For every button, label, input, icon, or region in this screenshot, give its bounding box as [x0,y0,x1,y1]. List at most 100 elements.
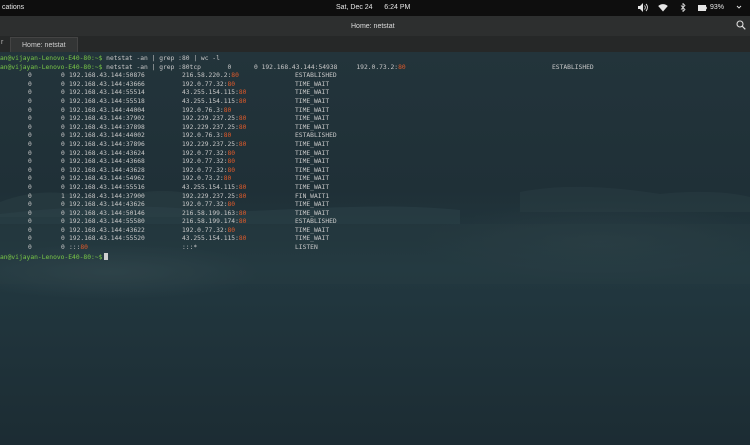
command-text: netstat -an | grep :80 | wc -l [102,55,220,62]
terminal-area[interactable]: an@vijayan-Lenovo-E40-80:~$ netstat -an … [0,52,750,445]
recv-q: 0 [28,149,32,157]
port-highlight: 80 [223,106,232,114]
recv-q: 0 [28,80,32,88]
terminal-output: an@vijayan-Lenovo-E40-80:~$ netstat -an … [0,55,750,261]
local-address: 192.168.43.144:43666 [69,80,145,88]
local-address: 192.168.43.144:55516 [69,183,145,191]
connection-state: TIME_WAIT [295,235,330,243]
local-address: 192.168.43.144:55520 [69,235,145,243]
local-address: :::80 [69,244,88,253]
connection-state: TIME_WAIT [295,140,330,148]
port-highlight: 80 [238,115,247,123]
foreign-address: 216.58.199.163:80 [182,210,246,219]
local-address: 192.168.43.144:54962 [69,175,145,183]
table-row: 0 0 192.168.43.144:43626 192.0.77.32:80 TIME… [0,201,750,210]
clock[interactable]: Sat, Dec 24 6:24 PM [336,4,410,11]
port-highlight: 80 [238,97,247,105]
port-highlight: 80 [227,158,236,166]
send-q: 1 [61,192,65,200]
tab-netstat[interactable]: Home: netstat [10,37,78,53]
activities-button[interactable]: cations [2,4,24,11]
connection-state: ESTABLISHED [295,132,337,140]
table-row: 0 0 192.168.43.144:50146 216.58.199.163:80 T… [0,210,750,219]
window-title: Home: netstat [351,23,395,30]
foreign-host: 192.0.76.3: [182,106,224,114]
recv-q: 0 [28,140,32,148]
connection-state: TIME_WAIT [295,183,330,191]
send-q: 0 [61,183,65,191]
local-address: 192.168.43.144:55518 [69,97,145,105]
local-address: 192.168.43.144:43626 [69,201,145,209]
window-titlebar[interactable]: Home: netstat [0,16,750,36]
local-address: 192.168.43.144:37900 [69,192,145,200]
connection-state: TIME_WAIT [295,201,330,209]
table-row: 0 0 192.168.43.144:44004 192.0.76.3:80 TIME_… [0,107,750,116]
foreign-host: 192.229.237.25: [182,123,239,131]
table-row: 0 0:::80:::* LISTEN [0,244,750,253]
connection-state: TIME_WAIT [295,226,330,234]
table-row: 0 0 192.168.43.144:43624 192.0.77.32:80 TIME… [0,150,750,159]
connection-state: TIME_WAIT [295,115,330,123]
recv-q: 0 [28,166,32,174]
wifi-icon[interactable] [658,3,668,12]
foreign-address: 192.229.237.25:80 [182,193,246,202]
clock-day: Sat, Dec 24 [336,4,373,11]
foreign-address: 192.0.76.3:80 [182,132,231,141]
connection-state: TIME_WAIT [295,97,330,105]
foreign-address: 43.255.154.115:80 [182,98,246,107]
send-q: 0 [61,244,65,252]
command-line: an@vijayan-Lenovo-E40-80:~$ netstat -an … [0,55,750,64]
system-tray[interactable]: 93% [637,3,744,12]
recv-q: 0 [28,175,32,183]
foreign-address: 192.229.237.25:80 [182,124,246,133]
port-highlight: 80 [238,89,247,97]
recv-q: 0 [28,183,32,191]
command-line: an@vijayan-Lenovo-E40-80:~$ [0,252,750,262]
table-row: 0 0 192.168.43.144:37898 192.229.237.25:80 T… [0,124,750,133]
foreign-host: 192.229.237.25: [182,115,239,123]
port-highlight: 80 [398,63,406,71]
connection-state: FIN_WAIT1 [295,192,330,200]
port-highlight: 80 [227,149,236,157]
table-row: 0 0 192.168.43.144:55580 216.58.199.174:80 E… [0,218,750,227]
table-row: 0 0 192.168.43.144:37902 192.229.237.25:80 T… [0,115,750,124]
recv-q: 0 [28,106,32,114]
send-q: 0 [61,235,65,243]
tab-bar: r Home: netstat [0,36,750,53]
foreign-host: 192.0.77.32: [182,166,228,174]
send-q: 0 [61,72,65,80]
connection-state: TIME_WAIT [295,123,330,131]
foreign-host: 192.0.76.3: [182,132,224,140]
power-menu-icon[interactable] [734,3,744,12]
foreign-host: 192.0.77.32: [182,201,228,209]
text-cursor [104,252,109,260]
recv-q: 0 [28,192,32,200]
recv-q: 0 [28,235,32,243]
battery-indicator[interactable]: 93% [697,4,724,11]
foreign-host: 216.58.220.2: [182,72,232,80]
search-icon[interactable] [736,20,746,30]
connection-state: TIME_WAIT [295,158,330,166]
volume-icon[interactable] [637,3,648,12]
prompt: an@vijayan-Lenovo-E40-80:~$ [0,63,103,71]
recv-q: 0 [28,218,32,226]
send-q: 0 [61,218,65,226]
foreign-host: 192.0.73.2: [182,175,224,183]
recv-q: 0 [28,209,32,217]
connection-state: TIME_WAIT [295,89,330,97]
connection-state: TIME_WAIT [295,209,330,217]
local-address: 192.168.43.144:37902 [69,115,145,123]
bluetooth-icon[interactable] [678,3,688,12]
foreign-host: 216.58.199.163: [182,209,239,217]
battery-percent: 93% [709,4,724,11]
connection-state: LISTEN [295,244,318,252]
foreign-host: 192.0.77.32: [182,158,228,166]
table-row: 0 0 192.168.43.144:43668 192.0.77.32:80 TIME… [0,158,750,167]
send-q: 0 [61,89,65,97]
send-q: 0 [61,201,65,209]
foreign-address: 43.255.154.115:80 [182,235,246,244]
send-q: 0 [61,115,65,123]
recv-q: 0 [28,132,32,140]
local-address: 192.168.43.144:37896 [69,140,145,148]
foreign-host: 216.58.199.174: [182,218,239,226]
